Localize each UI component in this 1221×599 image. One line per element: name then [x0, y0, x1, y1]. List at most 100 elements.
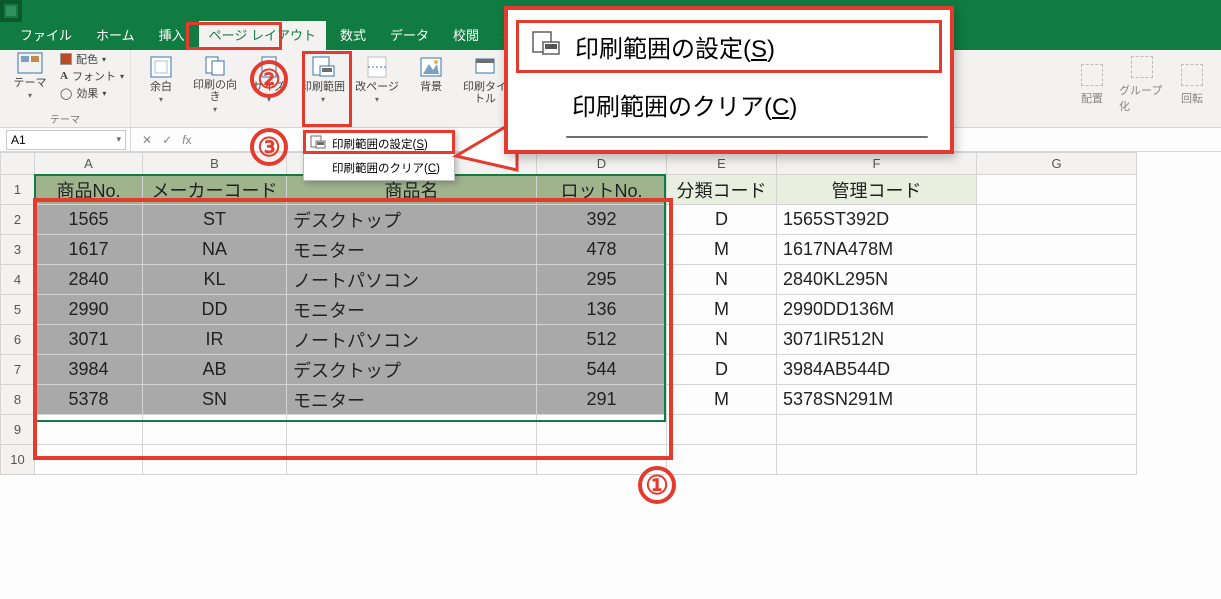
- col-header-G[interactable]: G: [977, 153, 1137, 175]
- cell[interactable]: 136: [537, 295, 667, 325]
- select-all-triangle[interactable]: [1, 153, 35, 175]
- print-area-set-item-zoom[interactable]: 印刷範囲の設定(S): [516, 20, 942, 73]
- cell[interactable]: 1565ST392D: [777, 205, 977, 235]
- cell[interactable]: [537, 415, 667, 445]
- cell[interactable]: 478: [537, 235, 667, 265]
- cell[interactable]: [977, 415, 1137, 445]
- cell[interactable]: [35, 445, 143, 475]
- cell[interactable]: N: [667, 325, 777, 355]
- tab-insert[interactable]: 挿入: [149, 21, 195, 50]
- cell[interactable]: SN: [143, 385, 287, 415]
- cell[interactable]: 2840KL295N: [777, 265, 977, 295]
- size-button[interactable]: サイズ▾: [245, 53, 293, 113]
- cell[interactable]: 商品No.: [35, 175, 143, 205]
- cell[interactable]: [977, 295, 1137, 325]
- cancel-formula-button[interactable]: ✕: [137, 133, 157, 147]
- tab-formulas[interactable]: 数式: [330, 21, 376, 50]
- cell[interactable]: モニター: [287, 235, 537, 265]
- align-button[interactable]: 配置: [1069, 54, 1115, 114]
- row-header[interactable]: 6: [1, 325, 35, 355]
- rotate-button[interactable]: 回転: [1169, 54, 1215, 114]
- cell[interactable]: [537, 445, 667, 475]
- cell[interactable]: [977, 325, 1137, 355]
- row-header[interactable]: 2: [1, 205, 35, 235]
- cell[interactable]: 1565: [35, 205, 143, 235]
- cell[interactable]: N: [667, 265, 777, 295]
- cell[interactable]: [667, 415, 777, 445]
- cell[interactable]: [287, 415, 537, 445]
- cell[interactable]: [977, 445, 1137, 475]
- tab-page-layout[interactable]: ページ レイアウト: [199, 21, 326, 50]
- margins-button[interactable]: 余白▾: [137, 53, 185, 113]
- background-button[interactable]: 背景: [407, 53, 455, 113]
- print-area-set-item[interactable]: 印刷範囲の設定(S): [304, 131, 454, 156]
- cell[interactable]: 1617: [35, 235, 143, 265]
- cell[interactable]: ノートパソコン: [287, 265, 537, 295]
- print-area-button[interactable]: 印刷範囲▾: [299, 53, 347, 113]
- cell[interactable]: 2990DD136M: [777, 295, 977, 325]
- cell[interactable]: [977, 265, 1137, 295]
- cell[interactable]: [977, 235, 1137, 265]
- cell[interactable]: D: [667, 355, 777, 385]
- cell[interactable]: M: [667, 385, 777, 415]
- cell[interactable]: [287, 445, 537, 475]
- group-button[interactable]: グループ化: [1119, 54, 1165, 114]
- print-area-clear-item-zoom[interactable]: 印刷範囲のクリア(C): [508, 79, 950, 130]
- tab-home[interactable]: ホーム: [86, 21, 145, 50]
- cell[interactable]: [977, 385, 1137, 415]
- row-header[interactable]: 1: [1, 175, 35, 205]
- cell[interactable]: メーカーコード: [143, 175, 287, 205]
- colors-button[interactable]: 配色▾: [60, 51, 124, 67]
- cell[interactable]: [143, 415, 287, 445]
- cell[interactable]: KL: [143, 265, 287, 295]
- cell[interactable]: [777, 415, 977, 445]
- cell[interactable]: デスクトップ: [287, 205, 537, 235]
- cell[interactable]: M: [667, 295, 777, 325]
- cell[interactable]: [35, 415, 143, 445]
- row-header[interactable]: 8: [1, 385, 35, 415]
- name-box[interactable]: A1 ▾: [6, 130, 126, 150]
- cell[interactable]: 3984AB544D: [777, 355, 977, 385]
- cell[interactable]: [977, 205, 1137, 235]
- cell[interactable]: モニター: [287, 385, 537, 415]
- row-header[interactable]: 3: [1, 235, 35, 265]
- row-header[interactable]: 4: [1, 265, 35, 295]
- themes-button[interactable]: テーマ ▾: [6, 49, 54, 109]
- cell[interactable]: D: [667, 205, 777, 235]
- cells-grid[interactable]: A B C D E F G 1 商品No. メーカーコード 商品名 ロットNo.…: [0, 152, 1137, 475]
- cell[interactable]: 392: [537, 205, 667, 235]
- col-header-B[interactable]: B: [143, 153, 287, 175]
- cell[interactable]: 291: [537, 385, 667, 415]
- cell[interactable]: 295: [537, 265, 667, 295]
- cell[interactable]: [977, 355, 1137, 385]
- tab-file[interactable]: ファイル: [10, 21, 82, 50]
- cell[interactable]: [977, 175, 1137, 205]
- cell[interactable]: 512: [537, 325, 667, 355]
- tab-review[interactable]: 校閲: [443, 21, 489, 50]
- effects-button[interactable]: ◯効果▾: [60, 85, 124, 101]
- cell[interactable]: 2840: [35, 265, 143, 295]
- breaks-button[interactable]: 改ページ▾: [353, 53, 401, 113]
- tab-data[interactable]: データ: [380, 21, 439, 50]
- cell[interactable]: 分類コード: [667, 175, 777, 205]
- cell[interactable]: 544: [537, 355, 667, 385]
- row-header[interactable]: 10: [1, 445, 35, 475]
- cell[interactable]: 5378: [35, 385, 143, 415]
- cell[interactable]: 3984: [35, 355, 143, 385]
- cell[interactable]: 2990: [35, 295, 143, 325]
- orientation-button[interactable]: 印刷の向き▾: [191, 53, 239, 113]
- cell[interactable]: 1617NA478M: [777, 235, 977, 265]
- col-header-A[interactable]: A: [35, 153, 143, 175]
- cell[interactable]: [143, 445, 287, 475]
- cell[interactable]: デスクトップ: [287, 355, 537, 385]
- cell[interactable]: 管理コード: [777, 175, 977, 205]
- cell[interactable]: [777, 445, 977, 475]
- row-header[interactable]: 9: [1, 415, 35, 445]
- cell[interactable]: ロットNo.: [537, 175, 667, 205]
- col-header-D[interactable]: D: [537, 153, 667, 175]
- cell[interactable]: M: [667, 235, 777, 265]
- print-titles-button[interactable]: 印刷タイトル: [461, 53, 509, 113]
- cell[interactable]: DD: [143, 295, 287, 325]
- print-area-clear-item[interactable]: 印刷範囲のクリア(C): [304, 156, 454, 180]
- enter-formula-button[interactable]: ✓: [157, 133, 177, 147]
